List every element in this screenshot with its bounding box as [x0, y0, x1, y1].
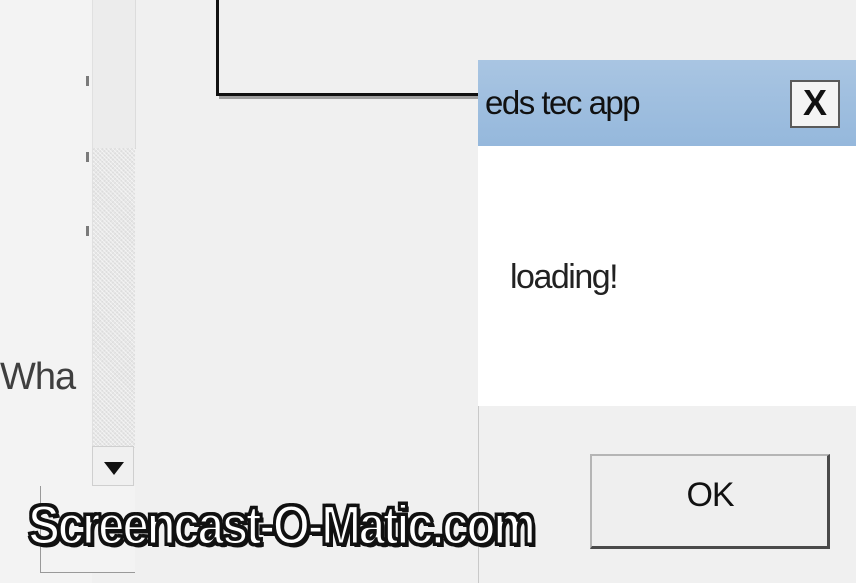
- scrollbar-track[interactable]: [92, 148, 135, 448]
- frame-shadow: [219, 96, 479, 99]
- scrollbar-thumb[interactable]: [92, 0, 136, 149]
- field-label: Wha: [0, 356, 76, 398]
- dialog-message: loading!: [510, 258, 619, 296]
- watermark: Screencast-O-Matic.com: [27, 492, 537, 558]
- tick-mark: [86, 76, 89, 86]
- tick-mark: [86, 226, 89, 236]
- close-icon[interactable]: X: [790, 80, 840, 128]
- dialog-title: eds tec app: [485, 84, 641, 121]
- chevron-down-icon: [104, 462, 124, 475]
- ok-button-label[interactable]: OK: [590, 476, 830, 515]
- tick-mark: [86, 152, 89, 162]
